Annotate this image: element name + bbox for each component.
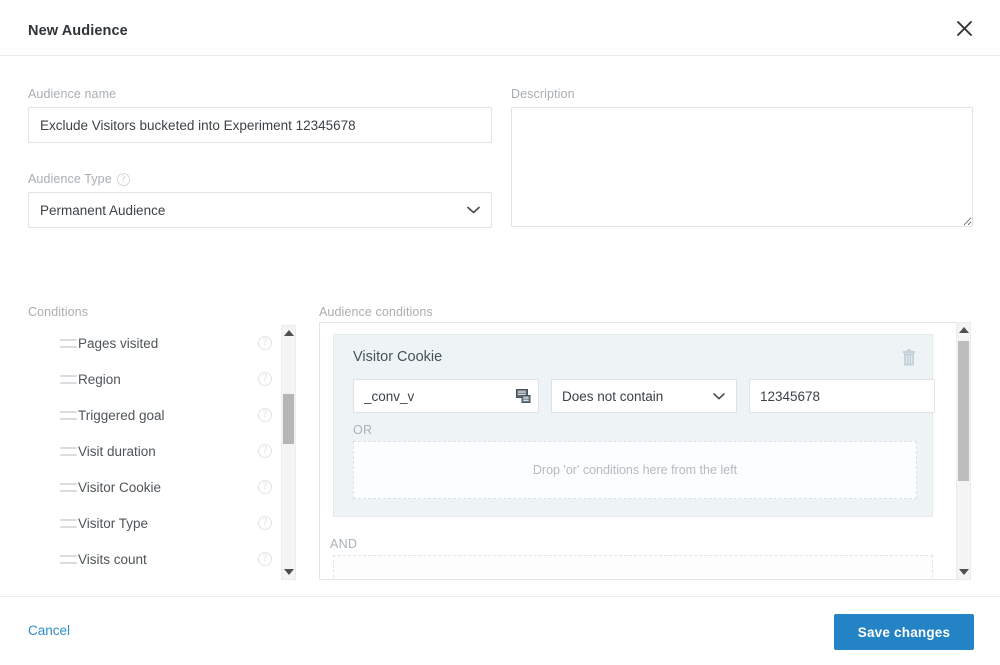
drag-handle-icon[interactable] (60, 554, 77, 564)
drag-handle-icon[interactable] (60, 410, 77, 420)
conditions-label-text: Conditions (28, 305, 89, 319)
conditions-scrollbar[interactable] (281, 325, 296, 580)
drag-handle-icon[interactable] (60, 446, 77, 456)
condition-label: Triggered goal (78, 407, 165, 423)
audience-type-label-text: Audience Type (28, 172, 112, 186)
question-mark-icon[interactable]: ? (258, 552, 272, 566)
scroll-down-arrow-icon[interactable] (957, 565, 970, 579)
conditions-panel: Pages visited ? Region ? Triggered goal … (18, 325, 298, 580)
audience-name-label-text: Audience name (28, 87, 117, 101)
and-dropzone[interactable]: Drop 'and' conditions here from the left (333, 555, 933, 579)
condition-list-item[interactable]: Visitor Type ? (18, 505, 280, 541)
audience-type-selected-value: Permanent Audience (40, 202, 166, 218)
cookie-name-input[interactable] (353, 379, 539, 413)
scroll-down-arrow-icon[interactable] (282, 565, 295, 579)
condition-value-input[interactable] (749, 379, 935, 413)
conditions-list: Pages visited ? Region ? Triggered goal … (18, 325, 280, 577)
question-mark-icon[interactable]: ? (258, 372, 272, 386)
audience-name-input[interactable] (28, 107, 492, 143)
question-mark-icon[interactable]: ? (258, 516, 272, 530)
or-dropzone[interactable]: Drop 'or' conditions here from the left (353, 441, 917, 499)
condition-card-visitor-cookie: Visitor Cookie _conv_v Does not contain … (333, 334, 935, 517)
audience-conditions-panel: Visitor Cookie _conv_v Does not contain … (319, 322, 957, 580)
close-icon[interactable] (950, 14, 978, 42)
modal-footer: Cancel Save changes (0, 596, 1000, 665)
scroll-up-arrow-icon[interactable] (957, 323, 970, 337)
condition-list-item[interactable]: Visits count ? (18, 541, 280, 577)
condition-label: Visit duration (78, 443, 156, 459)
conditions-label: Conditions (28, 305, 88, 319)
operator-select[interactable]: Does not contain (551, 379, 737, 413)
drag-handle-icon[interactable] (60, 374, 77, 384)
condition-list-item[interactable]: Region ? (18, 361, 280, 397)
condition-list-item[interactable]: Visitor Cookie ? (18, 469, 280, 505)
description-label-text: Description (511, 87, 575, 101)
drag-handle-icon[interactable] (60, 482, 77, 492)
question-mark-icon[interactable]: ? (258, 408, 272, 422)
condition-label: Pages visited (78, 335, 159, 351)
audience-conditions-label: Audience conditions (319, 305, 433, 319)
audience-type-select-wrap[interactable]: Permanent Audience (28, 192, 492, 228)
condition-list-item[interactable]: Triggered goal ? (18, 397, 280, 433)
audience-type-label: Audience Type ? (28, 172, 130, 186)
condition-label: Visits count (78, 551, 147, 567)
modal-header: New Audience (0, 0, 1000, 56)
cookie-picker-icon[interactable] (516, 389, 531, 403)
question-mark-icon[interactable]: ? (258, 444, 272, 458)
condition-list-item[interactable]: Visit duration ? (18, 433, 280, 469)
description-textarea[interactable] (511, 107, 973, 227)
drag-handle-icon[interactable] (60, 338, 77, 348)
or-dropzone-text: Drop 'or' conditions here from the left (532, 463, 738, 477)
save-changes-button[interactable]: Save changes (834, 614, 974, 650)
audience-conditions-label-text: Audience conditions (319, 305, 433, 319)
or-operator-label: OR (353, 423, 373, 437)
description-label: Description (511, 87, 575, 101)
question-mark-icon[interactable]: ? (116, 172, 130, 186)
condition-label: Visitor Cookie (78, 479, 162, 495)
condition-label: Region (78, 371, 121, 387)
condition-list-item[interactable]: Pages visited ? (18, 325, 280, 361)
audience-conditions-scrollbar[interactable] (956, 322, 971, 580)
audience-type-select[interactable]: Permanent Audience (28, 192, 492, 228)
and-operator-label: AND (330, 537, 358, 551)
trash-icon[interactable] (900, 348, 918, 368)
scrollbar-thumb[interactable] (283, 394, 294, 444)
question-mark-icon[interactable]: ? (258, 480, 272, 494)
scroll-up-arrow-icon[interactable] (282, 326, 295, 340)
condition-card-row: Does not contain (353, 379, 935, 413)
cancel-button[interactable]: Cancel (28, 623, 70, 638)
cookie-name-field-wrap (353, 379, 539, 413)
drag-handle-icon[interactable] (60, 518, 77, 528)
scrollbar-thumb[interactable] (958, 341, 969, 481)
question-mark-icon[interactable]: ? (258, 336, 272, 350)
condition-card-title: Visitor Cookie (353, 349, 443, 365)
audience-name-label: Audience name (28, 87, 116, 101)
operator-selected-value: Does not contain (562, 388, 664, 404)
operator-select-wrap[interactable]: Does not contain (551, 379, 737, 413)
page-title: New Audience (28, 23, 128, 39)
condition-label: Visitor Type (78, 515, 149, 531)
